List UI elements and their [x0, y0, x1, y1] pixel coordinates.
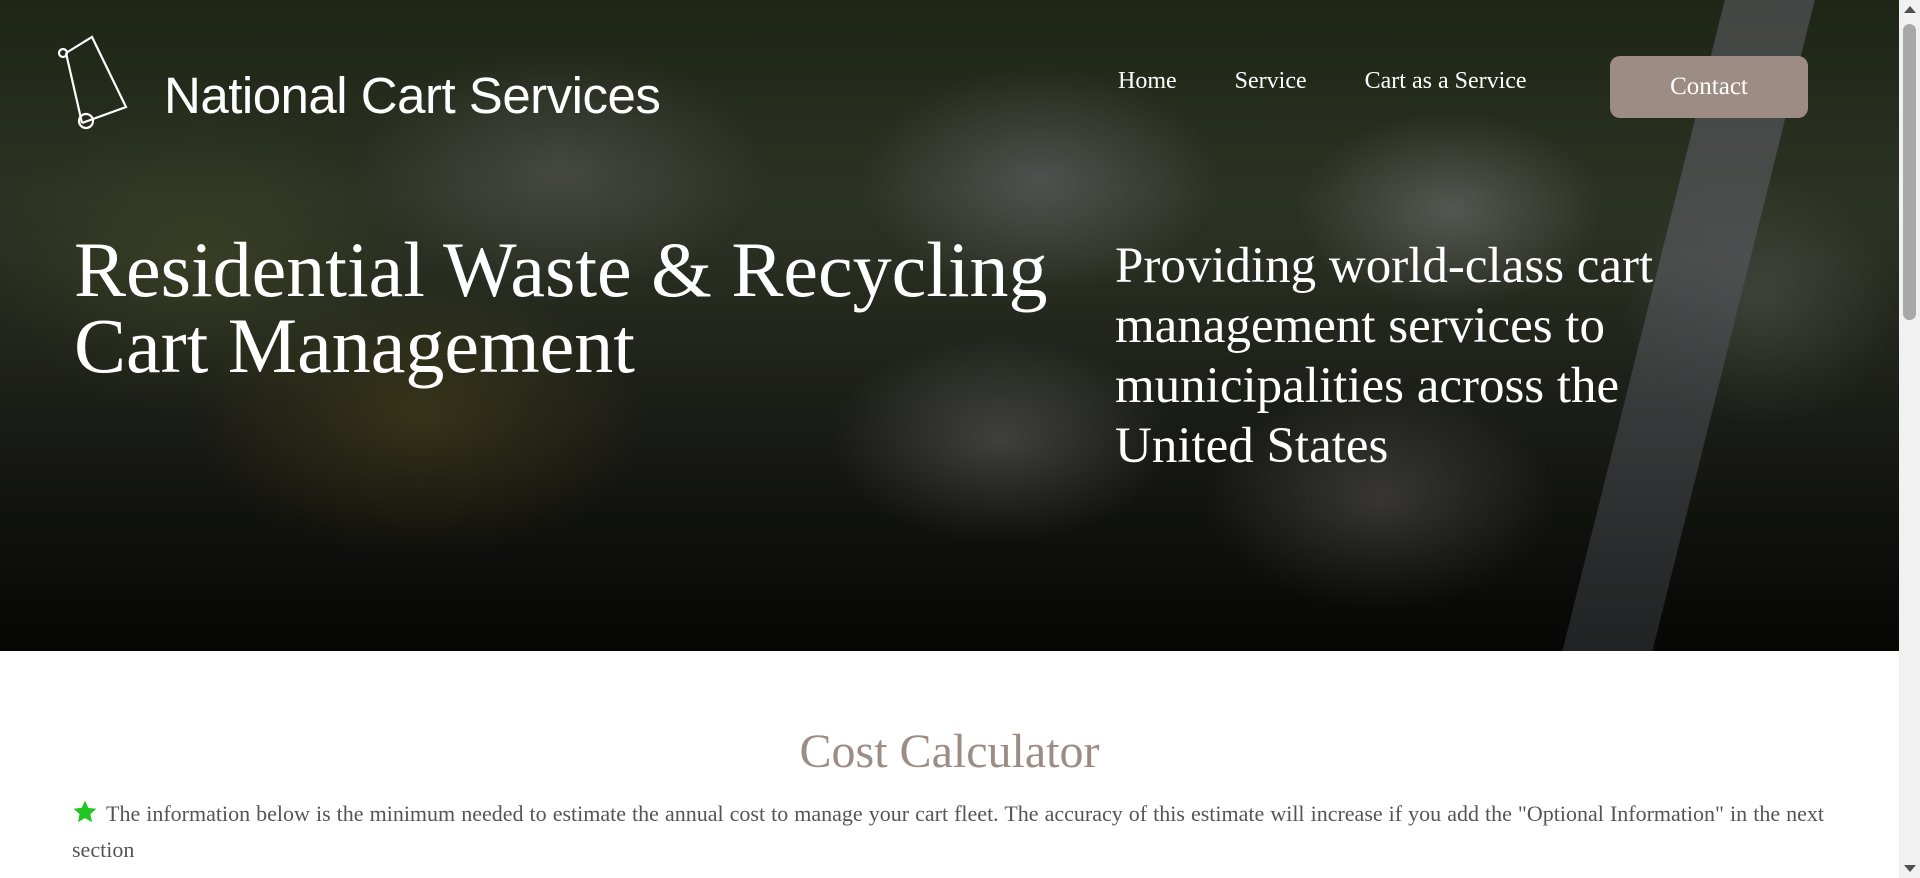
- star-icon: [73, 800, 97, 823]
- section-title: Cost Calculator: [799, 725, 1100, 778]
- nav-service-link[interactable]: Service: [1235, 68, 1307, 95]
- hero-banner: National Cart Services Home Service Cart…: [0, 0, 1899, 651]
- scroll-up-arrow-icon[interactable]: [1904, 6, 1916, 13]
- scroll-down-arrow-icon[interactable]: [1904, 865, 1916, 872]
- hero-subtitle: Providing world-class cart management se…: [1115, 238, 1654, 474]
- calculator-note: The information below is the minimum nee…: [72, 796, 1824, 868]
- nav-home-link[interactable]: Home: [1118, 68, 1177, 95]
- main-nav: Home Service Cart as a Service: [1118, 68, 1527, 95]
- nav-cart-as-a-service-link[interactable]: Cart as a Service: [1365, 68, 1527, 95]
- contact-button[interactable]: Contact: [1610, 56, 1808, 118]
- hero-title: Residential Waste & Recycling Cart Manag…: [74, 226, 1048, 389]
- brand-name: National Cart Services: [164, 66, 661, 124]
- page-scrollbar[interactable]: [1899, 0, 1920, 878]
- scrollbar-thumb[interactable]: [1903, 24, 1916, 320]
- calculator-note-text: The information below is the minimum nee…: [72, 801, 1824, 862]
- cart-icon: [57, 35, 128, 130]
- site-logo[interactable]: National Cart Services: [56, 26, 661, 136]
